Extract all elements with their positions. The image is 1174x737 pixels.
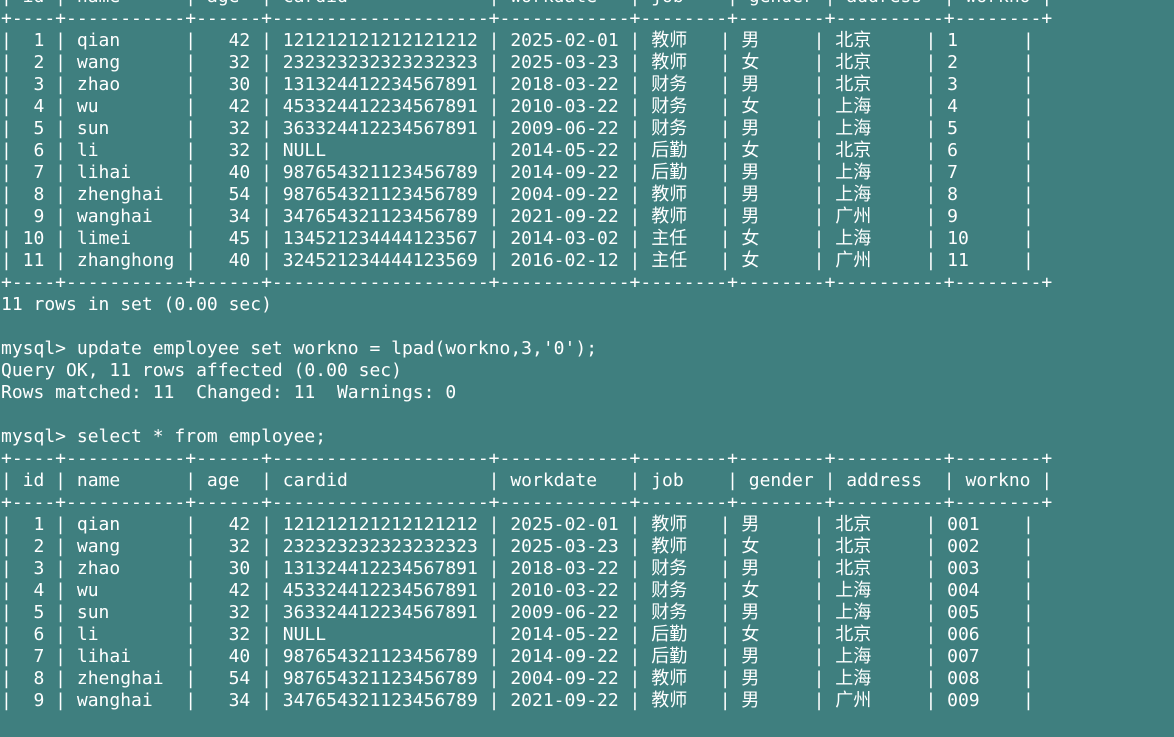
result-table-2-row: | 3 | zhao | 30 | 131324412234567891 | 2… [1, 558, 1034, 579]
update-command-line: mysql> update employee set workno = lpad… [1, 338, 598, 359]
result-table-1-row: | 11 | zhanghong | 40 | 3245212344441235… [1, 250, 1034, 271]
terminal-window[interactable]: | id | name | age | cardid | workdate | … [0, 0, 1174, 737]
result-table-1-row: | 2 | wang | 32 | 232323232323232323 | 2… [1, 52, 1034, 73]
result-table-1-row: | 9 | wanghai | 34 | 347654321123456789 … [1, 206, 1034, 227]
result-table-1-row: | 8 | zhenghai | 54 | 987654321123456789… [1, 184, 1034, 205]
result-table-2-row: | 9 | wanghai | 34 | 347654321123456789 … [1, 690, 1034, 711]
select-command-line: mysql> select * from employee; [1, 426, 327, 447]
result-table-2-border: +----+-----------+------+---------------… [1, 448, 1053, 469]
result-table-2-separator: +----+-----------+------+---------------… [1, 492, 1053, 513]
result-table-1-row: | 7 | lihai | 40 | 987654321123456789 | … [1, 162, 1034, 183]
result-table-1-header-row: | id | name | age | cardid | workdate | … [1, 0, 1052, 8]
result-table-1-row: | 3 | zhao | 30 | 131324412234567891 | 2… [1, 74, 1034, 95]
result-table-1-row: | 5 | sun | 32 | 363324412234567891 | 20… [1, 118, 1034, 139]
result-table-2-row: | 5 | sun | 32 | 363324412234567891 | 20… [1, 602, 1034, 623]
result-table-2-row: | 8 | zhenghai | 54 | 987654321123456789… [1, 668, 1034, 689]
result-table-2-row: | 1 | qian | 42 | 121212121212121212 | 2… [1, 514, 1034, 535]
result-table-1-row: | 4 | wu | 42 | 453324412234567891 | 201… [1, 96, 1034, 117]
result-table-1-row: | 10 | limei | 45 | 134521234444123567 |… [1, 228, 1034, 249]
result-table-1-border: +----+-----------+------+---------------… [1, 272, 1053, 293]
result-table-2-row: | 7 | lihai | 40 | 987654321123456789 | … [1, 646, 1034, 667]
row-count-status: 11 rows in set (0.00 sec) [1, 294, 272, 315]
result-table-1-row: | 6 | li | 32 | NULL | 2014-05-22 | 后勤 |… [1, 140, 1034, 161]
rows-matched-status: Rows matched: 11 Changed: 11 Warnings: 0 [1, 382, 457, 403]
result-table-1-row: | 1 | qian | 42 | 121212121212121212 | 2… [1, 30, 1034, 51]
result-table-2-header-row: | id | name | age | cardid | workdate | … [1, 470, 1053, 491]
result-table-2-row: | 6 | li | 32 | NULL | 2014-05-22 | 后勤 |… [1, 624, 1034, 645]
result-table-1-separator: +----+-----------+------+---------------… [1, 8, 1053, 29]
query-ok-status: Query OK, 11 rows affected (0.00 sec) [1, 360, 402, 381]
result-table-2-row: | 2 | wang | 32 | 232323232323232323 | 2… [1, 536, 1034, 557]
terminal-output: | id | name | age | cardid | workdate | … [1, 0, 1052, 712]
result-table-2-row: | 4 | wu | 42 | 453324412234567891 | 201… [1, 580, 1034, 601]
